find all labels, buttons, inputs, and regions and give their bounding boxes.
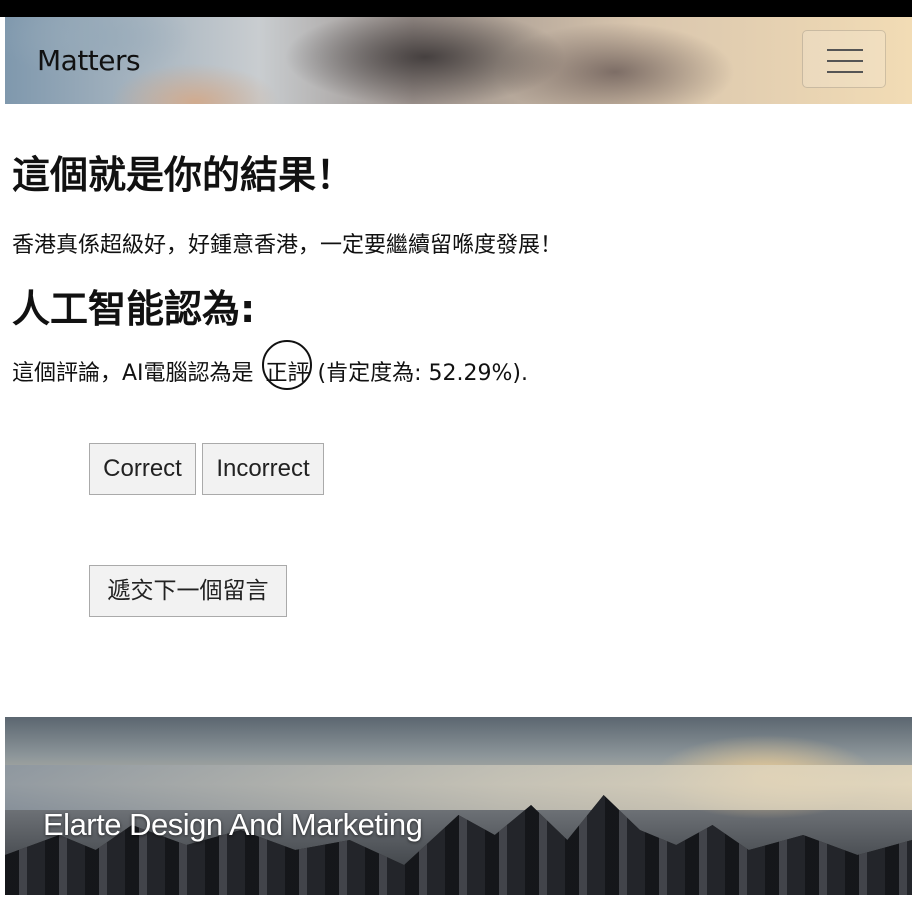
incorrect-button[interactable]: Incorrect [202,443,324,495]
footer-title: Elarte Design And Marketing [43,807,423,842]
navbar-brand[interactable]: Matters [37,44,141,77]
navbar: Matters [5,17,912,104]
hamburger-menu-icon [827,49,863,73]
footer-banner: Elarte Design And Marketing [5,717,912,895]
ai-verdict-prefix: 這個評論，AI電腦認為是 [12,361,254,386]
ai-verdict: 這個評論，AI電腦認為是 正評 (肯定度為: 52.29%). [12,340,528,390]
navbar-toggle-button[interactable] [802,30,886,88]
top-black-bar [0,0,912,17]
ai-heading: 人工智能認為: [12,287,256,331]
ai-confidence: (肯定度為: 52.29%). [317,361,528,386]
result-heading: 這個就是你的結果！ [12,153,355,197]
harbour-water [5,765,912,810]
correct-button[interactable]: Correct [89,443,196,495]
circle-mark [261,340,312,390]
comment-text: 香港真係超級好，好鍾意香港，一定要繼續留喺度發展！ [12,233,563,258]
ai-label: 正評 [261,340,312,390]
submit-next-comment-button[interactable]: 遞交下一個留言 [89,565,287,617]
